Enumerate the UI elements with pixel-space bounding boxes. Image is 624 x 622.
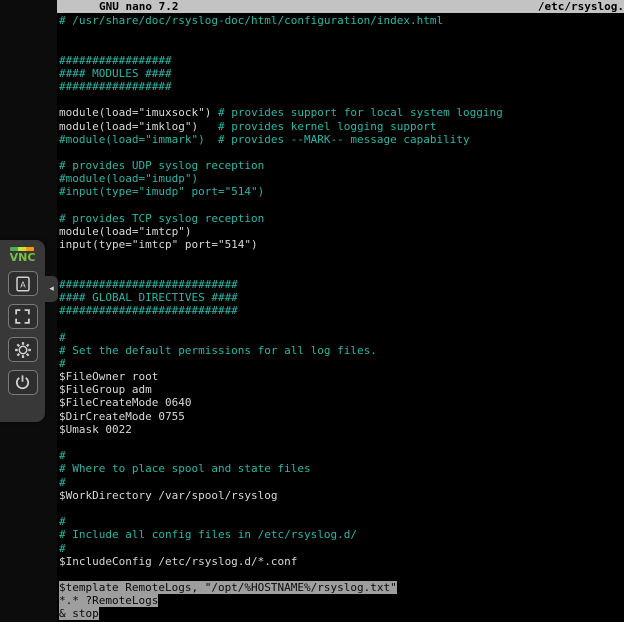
editor-line: ################# xyxy=(59,80,624,93)
editor-line: input(type="imtcp" port="514") xyxy=(59,238,624,251)
editor-line xyxy=(59,199,624,212)
editor-line xyxy=(59,27,624,40)
editor-line: # /usr/share/doc/rsyslog-doc/html/config… xyxy=(59,14,624,27)
terminal-window[interactable]: GNU nano 7.2 /etc/rsyslog. # /usr/share/… xyxy=(57,0,624,622)
editor-line xyxy=(59,317,624,330)
editor-line: & stop xyxy=(59,607,624,620)
editor-line xyxy=(59,93,624,106)
editor-line xyxy=(59,502,624,515)
editor-line: ################# xyxy=(59,54,624,67)
gear-icon xyxy=(14,341,32,359)
editor-line: # Where to place spool and state files xyxy=(59,462,624,475)
svg-text:A: A xyxy=(20,279,26,289)
editor-lines[interactable]: # /usr/share/doc/rsyslog-doc/html/config… xyxy=(57,13,624,621)
novnc-control-bar: VNC A xyxy=(0,240,45,422)
editor-line: # Include all config files in /etc/rsysl… xyxy=(59,528,624,541)
editor-line: $DirCreateMode 0755 xyxy=(59,410,624,423)
vnc-logo: VNC xyxy=(10,247,36,263)
editor-line: $WorkDirectory /var/spool/rsyslog xyxy=(59,489,624,502)
control-bar-handle[interactable]: ◂ xyxy=(45,276,58,302)
power-button[interactable] xyxy=(8,370,38,395)
editor-line: #module(load="immark") # provides --MARK… xyxy=(59,133,624,146)
editor-line: # xyxy=(59,357,624,370)
nano-filename-label: /etc/rsyslog. xyxy=(538,0,624,13)
editor-line: # xyxy=(59,449,624,462)
editor-line: # xyxy=(59,476,624,489)
editor-line: # Set the default permissions for all lo… xyxy=(59,344,624,357)
settings-button[interactable] xyxy=(8,337,38,362)
editor-line: *.* ?RemoteLogs xyxy=(59,594,624,607)
editor-line: $FileOwner root xyxy=(59,370,624,383)
editor-line: module(load="imuxsock") # provides suppo… xyxy=(59,106,624,119)
editor-line: #input(type="imudp" port="514") xyxy=(59,185,624,198)
editor-line: module(load="imklog") # provides kernel … xyxy=(59,120,624,133)
editor-line: ########################### xyxy=(59,278,624,291)
editor-line: $IncludeConfig /etc/rsyslog.d/*.conf xyxy=(59,555,624,568)
nano-version-label: GNU nano 7.2 xyxy=(99,0,178,13)
editor-line: # xyxy=(59,331,624,344)
editor-line xyxy=(59,40,624,53)
editor-line: $FileGroup adm xyxy=(59,383,624,396)
editor-line: #module(load="imudp") xyxy=(59,172,624,185)
clipboard-icon: A xyxy=(14,275,32,293)
editor-line: #### GLOBAL DIRECTIVES #### xyxy=(59,291,624,304)
editor-line: #### MODULES #### xyxy=(59,67,624,80)
editor-line xyxy=(59,568,624,581)
editor-line xyxy=(59,146,624,159)
editor-line: ########################### xyxy=(59,304,624,317)
editor-line xyxy=(59,436,624,449)
clipboard-button[interactable]: A xyxy=(8,271,38,296)
editor-line: $template RemoteLogs, "/opt/%HOSTNAME%/r… xyxy=(59,581,624,594)
editor-line: # provides UDP syslog reception xyxy=(59,159,624,172)
fullscreen-button[interactable] xyxy=(8,304,38,329)
editor-line: $FileCreateMode 0640 xyxy=(59,396,624,409)
vnc-logo-text: VNC xyxy=(10,252,36,263)
editor-line xyxy=(59,265,624,278)
power-icon xyxy=(14,374,31,391)
editor-line: # xyxy=(59,542,624,555)
fullscreen-icon xyxy=(14,308,31,325)
editor-line xyxy=(59,251,624,264)
editor-line: # xyxy=(59,515,624,528)
editor-line: module(load="imtcp") xyxy=(59,225,624,238)
editor-line: $Umask 0022 xyxy=(59,423,624,436)
nano-titlebar: GNU nano 7.2 /etc/rsyslog. xyxy=(57,0,624,13)
editor-line: # provides TCP syslog reception xyxy=(59,212,624,225)
